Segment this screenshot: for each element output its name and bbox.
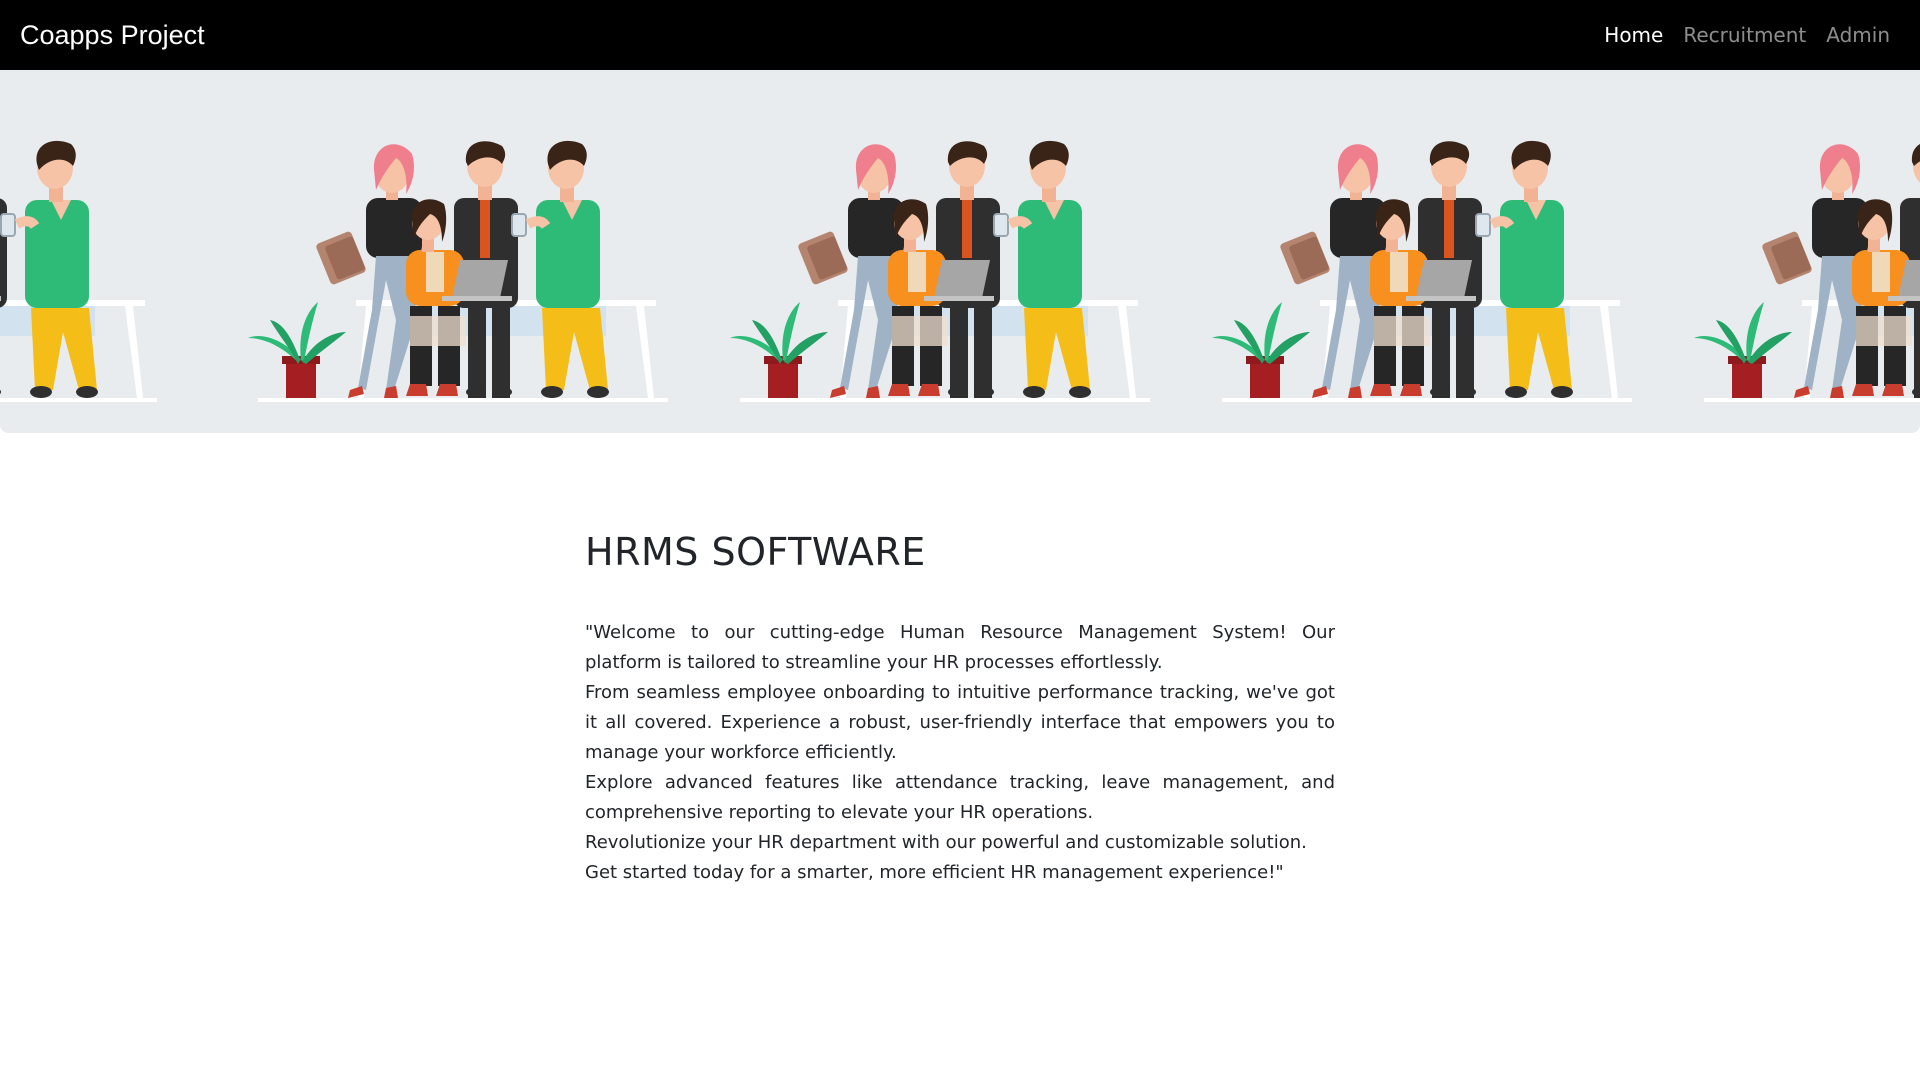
intro-paragraph-5: Get started today for a smarter, more ef… bbox=[585, 862, 1284, 883]
intro-paragraph-2: From seamless employee onboarding to int… bbox=[585, 682, 1335, 763]
intro-paragraph-4: Revolutionize your HR department with ou… bbox=[585, 832, 1307, 853]
hero-banner bbox=[0, 70, 1920, 433]
nav-link-home[interactable]: Home bbox=[1604, 23, 1663, 47]
main-content: HRMS SOFTWARE "Welcome to our cutting-ed… bbox=[585, 530, 1335, 888]
intro-text: "Welcome to our cutting-edge Human Resou… bbox=[585, 618, 1335, 888]
nav-link-admin[interactable]: Admin bbox=[1826, 23, 1890, 47]
brand-link[interactable]: Coapps Project bbox=[20, 20, 205, 51]
intro-paragraph-1: "Welcome to our cutting-edge Human Resou… bbox=[585, 622, 1335, 673]
nav-link-recruitment[interactable]: Recruitment bbox=[1683, 23, 1806, 47]
team-illustration bbox=[0, 70, 1920, 433]
top-navbar: Coapps Project Home Recruitment Admin bbox=[0, 0, 1920, 70]
intro-paragraph-3: Explore advanced features like attendanc… bbox=[585, 772, 1335, 823]
nav-links: Home Recruitment Admin bbox=[1604, 23, 1890, 47]
page-title: HRMS SOFTWARE bbox=[585, 530, 926, 574]
